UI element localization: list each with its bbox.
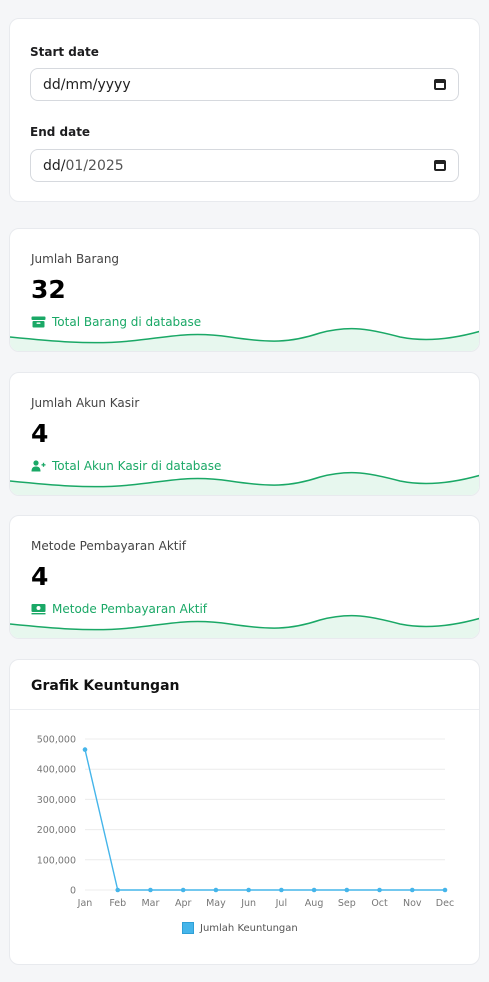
- x-tick-label: May: [206, 898, 226, 909]
- legend-label: Jumlah Keuntungan: [200, 922, 298, 934]
- data-point: [377, 887, 382, 893]
- stat-card-metode-pembayaran: Metode Pembayaran Aktif 4 Metode Pembaya…: [9, 515, 480, 639]
- data-point: [311, 887, 317, 893]
- x-tick-label: Apr: [175, 898, 192, 909]
- data-point: [344, 887, 350, 893]
- data-point: [82, 747, 88, 752]
- wave-decoration: [10, 327, 479, 351]
- data-point: [148, 887, 153, 893]
- data-point: [442, 887, 448, 893]
- start-date-input[interactable]: dd/mm/yyyy: [30, 68, 459, 101]
- x-tick-label: Jul: [275, 898, 287, 909]
- end-date-value-prefix: dd/: [43, 157, 66, 174]
- data-point: [180, 887, 186, 893]
- end-date-value: 01/2025: [65, 157, 124, 174]
- x-tick-label: Jan: [77, 898, 93, 909]
- stat-value: 32: [31, 275, 66, 304]
- end-date-label: End date: [30, 125, 91, 139]
- data-point: [409, 887, 415, 893]
- stat-card-akun-kasir: Jumlah Akun Kasir 4 Total Akun Kasir di …: [9, 372, 480, 496]
- y-tick-label: 100,000: [37, 855, 76, 866]
- end-date-input[interactable]: dd/01/2025: [30, 149, 459, 182]
- data-point: [246, 887, 251, 893]
- x-tick-label: Mar: [141, 898, 159, 909]
- y-tick-label: 0: [70, 886, 76, 897]
- calendar-icon[interactable]: [434, 79, 446, 90]
- calendar-icon[interactable]: [434, 160, 446, 171]
- x-tick-label: Sep: [338, 898, 356, 909]
- stat-title: Metode Pembayaran Aktif: [31, 539, 187, 553]
- profit-chart-card: Grafik Keuntungan 0 100,000 200,000 300,000…: [9, 659, 480, 965]
- y-tick-label: 300,000: [37, 795, 76, 806]
- stat-value: 4: [31, 419, 49, 448]
- data-point: [115, 887, 121, 893]
- y-tick-label: 500,000: [37, 735, 76, 746]
- stat-title: Jumlah Barang: [31, 252, 120, 266]
- profit-line-chart: 0 100,000 200,000 300,000 400,000 500,000 Jan F…: [37, 735, 454, 910]
- wave-decoration: [10, 471, 479, 495]
- chart-title: Grafik Keuntungan: [31, 678, 180, 694]
- legend-swatch: [182, 922, 194, 934]
- stat-card-barang: Jumlah Barang 32 Total Barang di databas…: [9, 228, 480, 352]
- stat-value: 4: [31, 562, 49, 591]
- x-tick-label: Nov: [403, 898, 422, 909]
- x-tick-label: Oct: [371, 898, 388, 909]
- date-filter-card: Start date dd/mm/yyyy End date dd/01/202…: [9, 18, 480, 202]
- data-point: [213, 887, 219, 893]
- x-tick-label: Aug: [305, 898, 324, 909]
- x-tick-label: Feb: [109, 898, 126, 909]
- y-tick-label: 200,000: [37, 825, 76, 836]
- data-point: [279, 887, 284, 893]
- y-tick-label: 400,000: [37, 765, 76, 776]
- wave-decoration: [10, 614, 479, 638]
- series-line: [84, 749, 445, 891]
- x-tick-label: Dec: [436, 898, 454, 909]
- start-date-label: Start date: [30, 45, 99, 59]
- chart-legend[interactable]: Jumlah Keuntungan: [182, 922, 298, 934]
- x-tick-label: Jun: [240, 898, 256, 909]
- stat-title: Jumlah Akun Kasir: [31, 396, 140, 410]
- start-date-value: dd/mm/yyyy: [43, 76, 131, 93]
